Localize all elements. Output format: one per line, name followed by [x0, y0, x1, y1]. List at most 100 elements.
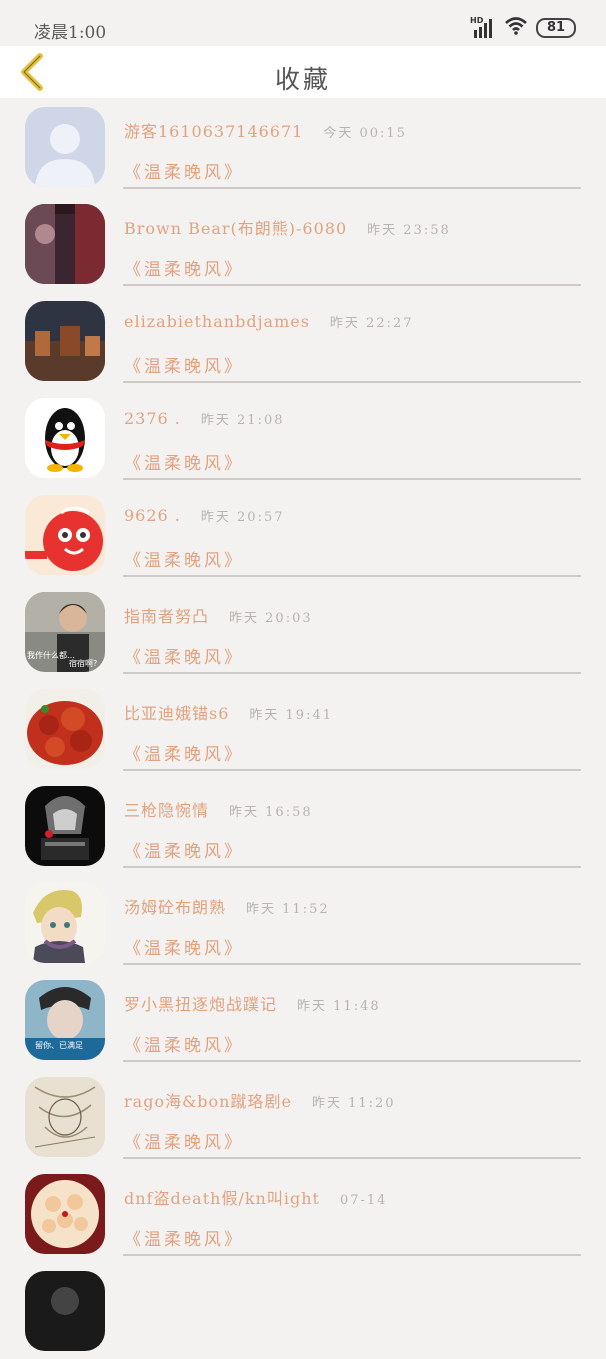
list-item[interactable]: 汤姆砼布朗熟 昨天 11:52 《温柔晚风》: [0, 874, 606, 971]
user-name: 指南者努凸: [124, 607, 210, 626]
song-title: 《温柔晚风》: [124, 260, 244, 280]
user-name: 罗小黑扭逐炮战蹼记: [124, 995, 278, 1014]
divider: [123, 963, 581, 965]
list-item[interactable]: 我作什么都… 宿宿啊? 指南者努凸 昨天 20:03 《温柔晚风》: [0, 583, 606, 680]
song-title: 《温柔晚风》: [124, 939, 244, 959]
list-item[interactable]: 比亚迪娥锚s6 昨天 19:41 《温柔晚风》: [0, 680, 606, 777]
timestamp: 昨天 20:57: [200, 510, 285, 525]
timestamp: 昨天 22:27: [329, 316, 414, 331]
user-photo: 我作什么都… 宿宿啊?: [25, 592, 105, 672]
status-icons: HD 81: [470, 16, 576, 40]
list-item[interactable]: 2376 . 昨天 21:08 《温柔晚风》: [0, 389, 606, 486]
user-photo: [25, 204, 105, 284]
song-title: 《温柔晚风》: [124, 1036, 244, 1056]
user-name: 比亚迪娥锚s6: [124, 704, 230, 723]
user-photo: [25, 301, 105, 381]
timestamp: 07-14: [339, 1193, 388, 1208]
user-name: rago海&bon蹴珞剧e: [124, 1092, 292, 1111]
timestamp: 昨天 16:58: [229, 805, 313, 820]
user-name: elizabiethanbdjames: [124, 312, 310, 331]
user-name: dnf盗death假/kn叫ight: [124, 1189, 320, 1208]
sketch-photo: [25, 1077, 105, 1157]
list-item[interactable]: 9626 . 昨天 20:57 《温柔晚风》: [0, 486, 606, 583]
timestamp: 昨天 21:08: [200, 413, 285, 428]
list-item[interactable]: dnf盗death假/kn叫ight 07-14 《温柔晚风》: [0, 1165, 606, 1262]
status-bar: 凌晨1:00 HD 81: [0, 0, 606, 46]
song-title: 《温柔晚风》: [124, 1230, 244, 1250]
avatar: [25, 301, 105, 381]
favorites-list: 游客1610637146671 今天 00:15 《温柔晚风》 Brown Bea…: [0, 98, 606, 1359]
wifi-icon: [504, 16, 528, 40]
song-title: 《温柔晚风》: [124, 745, 244, 765]
user-name: 2376 .: [124, 409, 181, 428]
status-time: 凌晨1:00: [34, 23, 107, 43]
avatar: 我作什么都… 宿宿啊?: [25, 592, 105, 672]
divider: [123, 1060, 581, 1062]
user-name: Brown Bear(布朗熊)-6080: [124, 219, 348, 238]
list-item[interactable]: rago海&bon蹴珞剧e 昨天 11:20 《温柔晚风》: [0, 1068, 606, 1165]
avatar: [25, 398, 105, 478]
divider: [123, 575, 581, 577]
song-title: 《温柔晚风》: [124, 551, 244, 571]
divider: [123, 1157, 581, 1159]
user-name: 9626 .: [124, 506, 181, 525]
avatar: [25, 883, 105, 963]
timestamp: 昨天 19:41: [249, 708, 334, 723]
food-photo: [25, 689, 105, 769]
avatar: [25, 107, 105, 187]
avatar-caption: 宿宿啊?: [69, 658, 97, 668]
battery-indicator: 81: [536, 18, 576, 38]
food-photo: [25, 1174, 105, 1254]
divider: [123, 284, 581, 286]
user-name: 三枪隐惋情: [124, 801, 210, 820]
list-item[interactable]: Brown Bear(布朗熊)-6080 昨天 23:58 《温柔晚风》: [0, 195, 606, 292]
timestamp: 昨天 20:03: [229, 611, 313, 626]
penguin-avatar-icon: [25, 398, 105, 478]
divider: [123, 1254, 581, 1256]
avatar: [25, 204, 105, 284]
timestamp: 今天 00:15: [323, 126, 407, 141]
timestamp: 昨天 23:58: [367, 223, 451, 238]
crystal-horse-photo: [25, 786, 105, 866]
timestamp: 昨天 11:20: [311, 1096, 396, 1111]
avatar: [25, 1174, 105, 1254]
divider: [123, 866, 581, 868]
user-name: 游客1610637146671: [124, 122, 304, 141]
avatar: [25, 1271, 105, 1351]
divider: [123, 478, 581, 480]
timestamp: 昨天 11:52: [246, 902, 330, 917]
default-user-icon: [25, 107, 105, 187]
network-badge: HD: [470, 16, 484, 25]
divider: [123, 769, 581, 771]
avatar: 留你、已满足: [25, 980, 105, 1060]
list-item[interactable]: 游客1610637146671 今天 00:15 《温柔晚风》: [0, 98, 606, 195]
header: 收藏: [0, 46, 606, 98]
avatar-caption: 留你、已满足: [35, 1040, 83, 1050]
list-item[interactable]: elizabiethanbdjames 昨天 22:27 《温柔晚风》: [0, 292, 606, 389]
avatar: [25, 786, 105, 866]
avatar: [25, 689, 105, 769]
list-item[interactable]: 三枪隐惋情 昨天 16:58 《温柔晚风》: [0, 777, 606, 874]
avatar: [25, 495, 105, 575]
user-name: 汤姆砼布朗熟: [124, 898, 227, 917]
divider: [123, 672, 581, 674]
divider: [123, 381, 581, 383]
song-title: 《温柔晚风》: [124, 163, 244, 183]
avatar-caption: 我作什么都…: [27, 650, 75, 660]
song-title: 《温柔晚风》: [124, 648, 244, 668]
list-item[interactable]: [0, 1262, 606, 1359]
user-photo: 留你、已满足: [25, 980, 105, 1060]
song-title: 《温柔晚风》: [124, 357, 244, 377]
list-item[interactable]: 留你、已满足 罗小黑扭逐炮战蹼记 昨天 11:48 《温柔晚风》: [0, 971, 606, 1068]
signal-icon: HD: [470, 16, 496, 38]
timestamp: 昨天 11:48: [297, 999, 381, 1014]
anime-avatar-photo: [25, 883, 105, 963]
song-title: 《温柔晚风》: [124, 454, 244, 474]
cartoon-avatar-icon: [25, 495, 105, 575]
page-title: 收藏: [274, 65, 331, 94]
avatar: [25, 1077, 105, 1157]
divider: [123, 187, 581, 189]
song-title: 《温柔晚风》: [124, 842, 244, 862]
user-photo: [25, 1271, 105, 1351]
song-title: 《温柔晚风》: [124, 1133, 244, 1153]
